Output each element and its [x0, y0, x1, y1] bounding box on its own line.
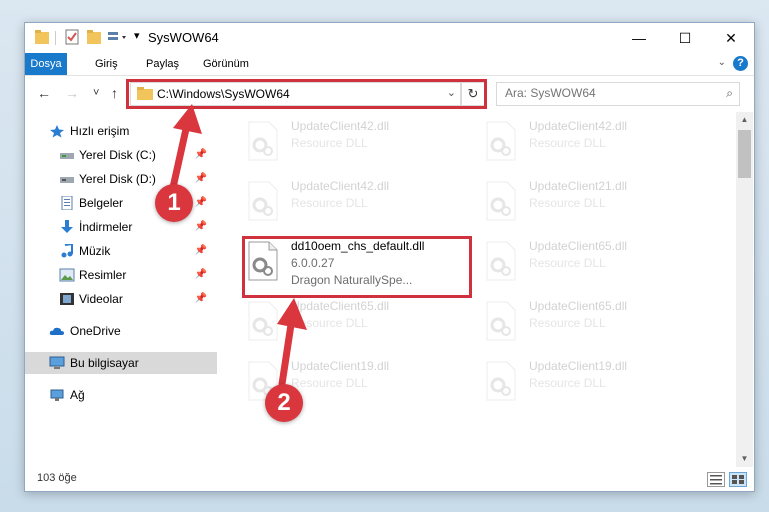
- step-badge-1: 1: [155, 184, 193, 222]
- step-badge-2: 2: [265, 384, 303, 422]
- arrow-2: [277, 298, 307, 388]
- annotation-arrows: [168, 104, 307, 388]
- arrow-1: [168, 104, 202, 196]
